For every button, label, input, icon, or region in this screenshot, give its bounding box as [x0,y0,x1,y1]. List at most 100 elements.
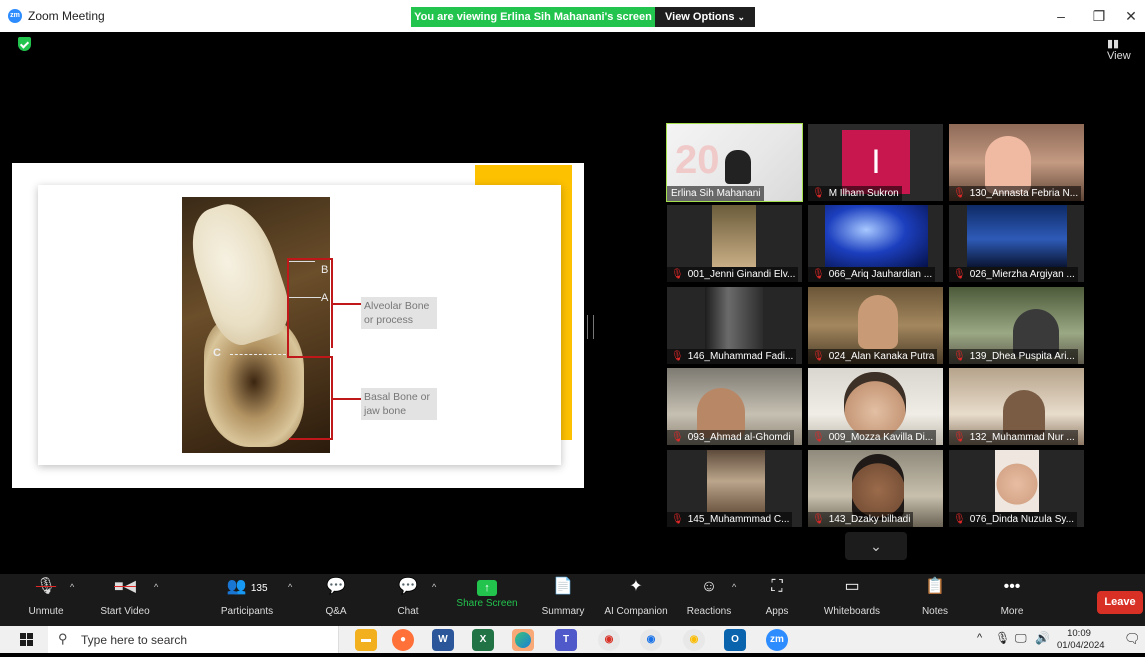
leave-button[interactable]: Leave [1097,591,1143,614]
tooth-illustration [182,197,298,352]
viewing-screen-banner: You are viewing Erlina Sih Mahanani's sc… [411,7,655,27]
sparkle-icon: ✦ [629,578,643,595]
participant-name: 🎙 130_Annasta Febria N... [949,186,1082,201]
reactions-button[interactable]: ☺ Reactions ^ [684,574,736,626]
apps-icon: ⛶ [771,578,783,595]
windows-taskbar: ⚲ Type here to search ▬ ● W X T ◉ ◉ ◉ O … [0,626,1145,653]
excel-icon[interactable]: X [472,629,494,651]
notification-icon[interactable]: 🗨 [1124,631,1141,647]
ai-companion-button[interactable]: ✦ AI Companion [602,574,670,626]
shield-icon[interactable] [18,37,31,51]
zoom-logo-icon: zm [8,9,22,23]
muted-mic-icon: 🎙 [953,269,966,280]
qa-button[interactable]: 💬 Q&A [318,574,354,626]
caret-up-icon[interactable]: ^ [288,582,292,592]
minimize-button[interactable]: – [1048,6,1074,26]
basal-bone-label: Basal Bone or jaw bone [361,388,437,420]
video-feed [712,205,756,267]
chevron-up-icon[interactable]: ^ [977,632,982,644]
mic-muted-icon: 🎙 [35,578,57,595]
participant-tile[interactable]: 20 Erlina Sih Mahanani [666,123,803,202]
participant-tile[interactable]: 🎙 139_Dhea Puspita Ari... [949,287,1084,364]
participant-name: 🎙 132_Muhammad Nur ... [949,430,1078,445]
gallery-chevron-down-icon[interactable]: ⌄ [845,532,907,560]
participant-tile[interactable]: 🎙 026_Mierzha Argiyan ... [949,205,1084,282]
unmute-button[interactable]: 🎙 Unmute ^ [22,574,74,626]
participant-tile[interactable]: 🎙 143_Dzaky bilhadi [808,450,943,527]
whiteboard-icon: ▭ [844,578,860,595]
muted-mic-icon: 🎙 [812,351,825,362]
chrome-profile-icon[interactable]: ◉ [683,629,705,651]
whiteboards-button[interactable]: ▭ Whiteboards [820,574,884,626]
alveolar-bone-label: Alveolar Bone or process [361,297,437,329]
participant-name: 🎙 M Ilham Sukron [808,186,902,201]
clock-time: 10:09 [1067,628,1091,639]
summary-button[interactable]: 📄 Summary [538,574,588,626]
summary-icon: 📄 [553,578,573,595]
participant-tile[interactable]: I 🎙 M Ilham Sukron [808,124,943,201]
participants-button[interactable]: 👥 135 Participants ^ [218,574,292,626]
splitter-handle[interactable] [587,315,594,339]
apps-button[interactable]: ⛶ Apps [757,574,797,626]
avatar: I [842,130,910,194]
view-button[interactable]: ▮▮ View [1107,37,1145,62]
chrome-profile-icon[interactable]: ◉ [640,629,662,651]
restore-button[interactable]: ❐ [1086,6,1112,26]
speaker-icon[interactable]: 🔊 [1035,631,1050,645]
caret-up-icon[interactable]: ^ [732,582,736,592]
zoom-taskbar-icon[interactable]: zm [766,629,788,651]
notes-button[interactable]: 📋 Notes [915,574,955,626]
participant-tile[interactable]: 🎙 066_Ariq Jauhardian ... [808,205,943,282]
notes-icon: 📋 [925,578,945,595]
participant-tile[interactable]: 🎙 146_Muhammad Fadi... [667,287,802,364]
search-icon: ⚲ [58,631,68,646]
participant-name: 🎙 145_Muhammmad C... [667,512,793,527]
caret-up-icon[interactable]: ^ [154,582,158,592]
participant-tile[interactable]: 🎙 076_Dinda Nuzula Sy... [949,450,1084,527]
basal-pointer [333,398,361,400]
video-feed [725,150,751,184]
start-video-button[interactable]: ■◀ Start Video ^ [96,574,158,626]
tooth-cross-section-image [182,197,330,453]
caret-up-icon[interactable]: ^ [70,582,74,592]
participant-tile[interactable]: 🎙 024_Alan Kanaka Putra [808,287,943,364]
participant-name: 🎙 076_Dinda Nuzula Sy... [949,512,1078,527]
chrome-profile-icon[interactable]: ◉ [598,629,620,651]
word-icon[interactable]: W [432,629,454,651]
participant-name: 🎙 024_Alan Kanaka Putra [808,349,938,364]
teams-icon[interactable]: T [555,629,577,651]
share-screen-button[interactable]: ↑ Share Screen [455,574,519,626]
meeting-toolbar: 🎙 Unmute ^ ■◀ Start Video ^ 👥 135 Partic… [0,574,1145,626]
more-button[interactable]: ••• More [992,574,1032,626]
label-c: C [213,347,221,359]
outlook-icon[interactable]: O [724,629,746,651]
muted-mic-icon: 🎙 [671,351,684,362]
participant-tile[interactable]: 🎙 001_Jenni Ginandi Elv... [667,205,802,282]
muted-mic-icon: 🎙 [671,432,684,443]
participant-tile[interactable]: 🎙 132_Muhammad Nur ... [949,368,1084,445]
network-icon[interactable]: 🖵 [1015,631,1027,646]
participant-name: Erlina Sih Mahanani [667,186,764,201]
video-feed [825,205,928,267]
close-button[interactable]: ✕ [1118,6,1144,26]
clock-date: 01/04/2024 [1057,640,1105,651]
participant-tile[interactable]: 🎙 145_Muhammmad C... [667,450,802,527]
more-icon: ••• [1003,578,1021,595]
windows-start-icon[interactable] [20,633,33,646]
firefox-icon[interactable]: ● [392,629,414,651]
participant-tile[interactable]: 🎙 093_Ahmad al-Ghomdi [667,368,802,445]
video-feed [995,450,1039,512]
edge-icon[interactable] [512,629,534,651]
system-clock[interactable]: 10:09 01/04/2024 [1057,628,1105,652]
taskbar-search-box[interactable]: ⚲ Type here to search [48,626,339,653]
alveolar-bracket [287,258,289,358]
chat-button[interactable]: 💬 Chat ^ [390,574,436,626]
caret-up-icon[interactable]: ^ [432,582,436,592]
video-feed [852,454,904,520]
participant-tile[interactable]: 🎙 009_Mozza Kavilla Di... [808,368,943,445]
view-options-button[interactable]: View Options ⌄ [655,7,755,27]
microphone-icon[interactable]: 🎙 [995,631,1010,645]
video-feed [858,295,898,349]
participant-tile[interactable]: 🎙 130_Annasta Febria N... [949,124,1084,201]
file-explorer-icon[interactable]: ▬ [355,629,377,651]
